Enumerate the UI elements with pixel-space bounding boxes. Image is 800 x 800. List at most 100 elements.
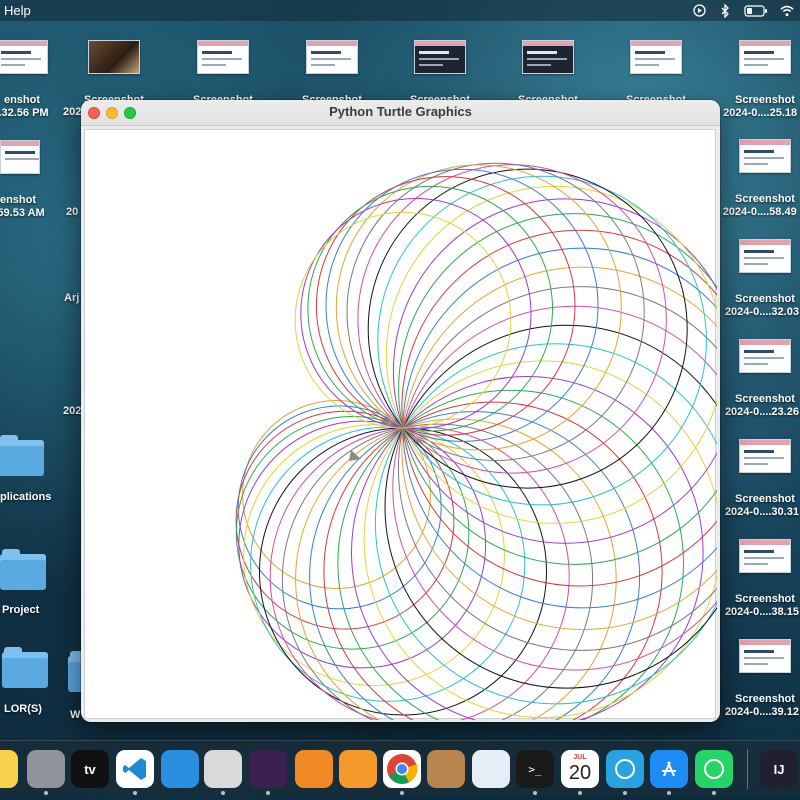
desktop-screenshot-file[interactable]: Screenshot 2024-0....39.12 I [717,639,800,719]
running-indicator [44,791,48,795]
file-thumbnail [739,639,791,673]
folder-label: W [70,709,81,721]
app-glyph: tv [84,761,96,777]
file-name: Screenshot [735,593,795,605]
folder-label: plications [0,491,52,503]
play-circle-icon[interactable] [692,4,706,18]
running-indicator [221,791,225,795]
title-bar[interactable]: Python Turtle Graphics [81,100,720,126]
file-name: enshot [0,194,37,206]
app-store-icon[interactable] [650,750,688,788]
desktop-screenshot-file[interactable]: Screenshot 2024-0....58.49 A [717,139,800,219]
desktop-screenshot-file[interactable]: enshot ..32.56 PM [0,40,70,120]
status-area [692,0,794,21]
apple-tv-icon[interactable]: tv [71,750,109,788]
intellij-icon[interactable]: IJ [760,750,798,788]
file-date: ..32.56 PM [0,107,49,119]
file-name: Screenshot [735,293,795,305]
file-date: 2024-0....30.31 I [724,506,800,518]
desktop-partial-label: 202 [63,106,82,118]
file-date: 2024-0....39.12 I [724,706,800,718]
desktop-screenshot-file[interactable]: Screenshot 2024-0....23.26 I [717,339,800,419]
file-date: 2024-0....38.15 I [724,606,800,618]
vscode-icon[interactable] [116,750,154,788]
running-indicator [667,791,671,795]
desktop-screenshot-file[interactable]: Screenshot 2024-0....32.03 I [717,239,800,319]
wifi-icon[interactable] [780,4,794,18]
screen-recorder-icon[interactable] [249,750,287,788]
file-date: 2024-0....25.18 F [723,107,800,119]
chrome-icon[interactable] [383,750,421,788]
spiro-circle [392,305,720,671]
running-indicator [578,791,582,795]
file-thumbnail [739,539,791,573]
file-thumbnail [0,140,40,174]
desktop-screenshot-file[interactable]: Screenshot [175,40,271,107]
turtle-canvas[interactable] [84,129,720,722]
calculator-icon[interactable] [204,750,242,788]
spiro-circle [294,211,512,429]
desktop-screenshot-file[interactable]: Screenshot [500,40,596,107]
notes-icon[interactable] [0,750,18,788]
file-date: 2024-0....23.26 I [724,406,800,418]
app-glyph: IJ [773,761,785,777]
menu-help[interactable]: Help [4,3,31,18]
desktop-screenshot-file[interactable]: Screenshot [608,40,704,107]
file-thumbnail [414,40,466,74]
folder-icon[interactable] [0,435,44,476]
file-name: Screenshot [735,193,795,205]
preview-icon[interactable] [472,750,510,788]
file-name: enshot [3,94,41,106]
file-date: 2024-0....58.49 A [722,206,800,218]
desktop-screenshot-file[interactable]: Screenshot [284,40,380,107]
spirograph-drawing [235,162,720,722]
file-date: ..59.53 AM [0,207,45,219]
spiro-circle [374,343,720,705]
file-name: Screenshot [735,693,795,705]
running-indicator [400,791,404,795]
battery-icon[interactable] [744,4,768,18]
terminal-icon[interactable]: >_ [516,750,554,788]
file-name: Screenshot [735,493,795,505]
pages-icon[interactable] [339,750,377,788]
desktop-file[interactable]: enshot ..59.53 AM [0,140,66,220]
file-thumbnail [739,239,791,273]
file-thumbnail [739,139,791,173]
spiro-circle [238,420,487,669]
folder-label: LOR(S) [4,703,42,715]
dock-separator [747,749,748,789]
spiro-circle [335,164,622,451]
file-thumbnail [630,40,682,74]
file-date: 2024-0....32.03 I [724,306,800,318]
desktop-screenshot-file[interactable]: Screenshot [392,40,488,107]
spiro-circle [402,247,720,609]
desktop-partial-label: Arj [64,292,80,304]
file-thumbnail [197,40,249,74]
file-name: Screenshot [735,94,795,106]
garageband-icon[interactable] [295,750,333,788]
desktop-screenshot-file[interactable]: Screenshot [66,40,162,107]
whatsapp-icon[interactable] [695,750,733,788]
spiro-circle [325,168,599,442]
spiro-circle [397,286,720,651]
spiro-circle [385,185,720,524]
desktop-screenshot-file[interactable]: Screenshot 2024-0....30.31 I [717,439,800,519]
telegram-icon[interactable] [606,750,644,788]
folder-icon[interactable] [0,549,46,590]
cardboard-box-icon[interactable] [427,750,465,788]
system-settings-icon[interactable] [27,750,65,788]
calendar-icon[interactable]: JUL 20 [561,750,599,788]
desktop-screenshot-file[interactable]: Screenshot 2024-0....25.18 F [717,40,800,120]
folder-label: Project [2,604,40,616]
file-thumbnail [739,439,791,473]
folder-icon[interactable] [2,647,48,688]
calendar-day: 20 [568,762,592,784]
keynote-icon[interactable] [161,750,199,788]
running-indicator [712,791,716,795]
spiro-circle [384,324,720,689]
desktop-screenshot-file[interactable]: Screenshot 2024-0....38.15 I [717,539,800,619]
running-indicator [623,791,627,795]
file-thumbnail [522,40,574,74]
desktop-partial-label: 20 [66,206,79,218]
bluetooth-icon[interactable] [718,3,732,18]
